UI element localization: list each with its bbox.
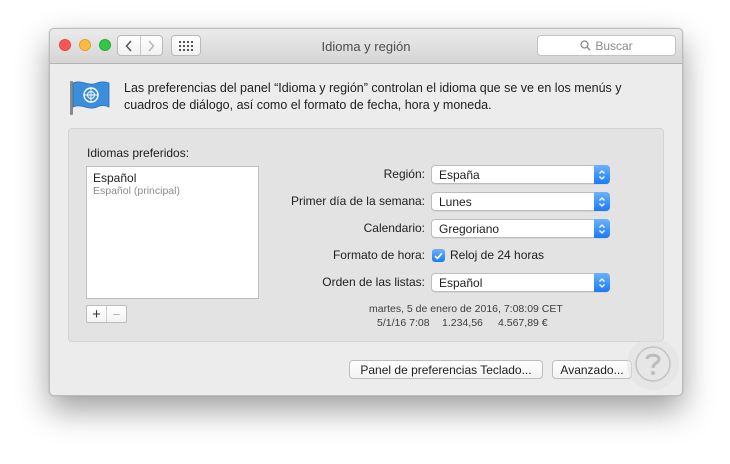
region-select[interactable]: España xyxy=(431,165,610,184)
language-name: Español xyxy=(93,171,137,185)
language-subtitle: Español (principal) xyxy=(93,185,180,197)
advanced-button[interactable]: Avanzado... xyxy=(552,360,632,379)
un-flag-icon xyxy=(70,81,110,115)
region-label: Región: xyxy=(383,167,425,181)
checkmark-icon xyxy=(434,251,443,260)
question-mark-icon xyxy=(627,338,679,390)
24-hour-label[interactable]: Reloj de 24 horas xyxy=(450,248,544,262)
language-list[interactable]: Español Español (principal) xyxy=(86,166,259,299)
region-value: España xyxy=(439,168,480,182)
updown-arrows-icon xyxy=(594,273,610,292)
add-remove-control: + − xyxy=(86,305,127,323)
plus-icon: + xyxy=(92,305,101,323)
preferred-languages-label: Idiomas preferidos: xyxy=(87,146,190,160)
remove-language-button[interactable]: − xyxy=(106,306,126,322)
sample-number: 1.234,56 xyxy=(442,317,483,329)
updown-arrows-icon xyxy=(594,192,610,211)
list-order-value: Español xyxy=(439,276,483,290)
first-day-label: Primer día de la semana: xyxy=(290,194,425,208)
search-placeholder: Buscar xyxy=(595,38,633,53)
first-day-value: Lunes xyxy=(439,195,472,209)
updown-arrows-icon xyxy=(594,219,610,238)
time-format-label: Formato de hora: xyxy=(332,248,425,262)
preferences-window: Idioma y región Buscar Las preferencias … xyxy=(49,28,683,396)
keyboard-preferences-button[interactable]: Panel de preferencias Teclado... xyxy=(349,360,543,379)
add-language-button[interactable]: + xyxy=(87,306,106,322)
first-day-select[interactable]: Lunes xyxy=(431,192,610,211)
list-order-label: Orden de las listas: xyxy=(322,275,425,289)
panel-description: Las preferencias del panel “Idioma y reg… xyxy=(124,81,622,112)
sample-currency: 4.567,89 € xyxy=(498,317,548,329)
minus-icon: − xyxy=(112,306,121,322)
updown-arrows-icon xyxy=(594,165,610,184)
list-order-select[interactable]: Español xyxy=(431,273,610,292)
calendar-select[interactable]: Gregoriano xyxy=(431,219,610,238)
24-hour-checkbox[interactable] xyxy=(432,249,445,262)
title-bar: Idioma y región Buscar xyxy=(50,29,682,64)
settings-panel: Idiomas preferidos: Español Español (pri… xyxy=(68,128,664,342)
sample-short-date: 5/1/16 7:08 xyxy=(377,317,430,329)
search-icon xyxy=(580,40,592,51)
calendar-label: Calendario: xyxy=(363,221,425,235)
search-field[interactable]: Buscar xyxy=(537,35,676,56)
calendar-value: Gregoriano xyxy=(439,222,500,236)
sample-long-date: martes, 5 de enero de 2016, 7:08:09 CET xyxy=(369,303,563,315)
